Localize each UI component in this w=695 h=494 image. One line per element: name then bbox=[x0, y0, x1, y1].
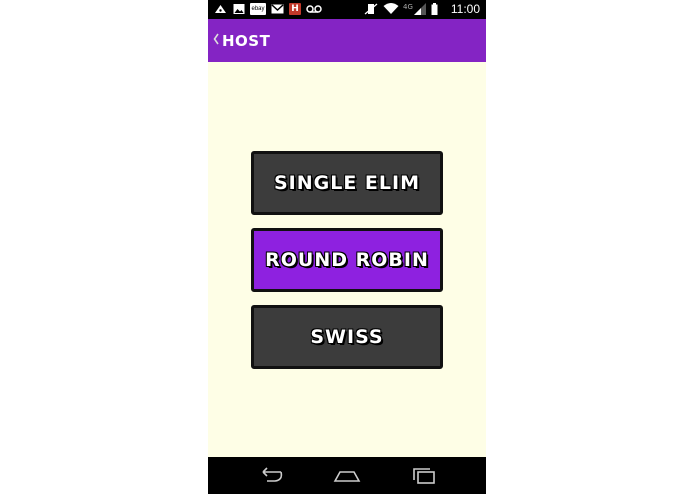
action-bar: HOST bbox=[208, 19, 486, 62]
status-time: 11:00 bbox=[450, 2, 480, 16]
page-title[interactable]: HOST bbox=[222, 32, 270, 50]
signal-icon bbox=[414, 3, 426, 15]
image-icon bbox=[233, 4, 245, 14]
swiss-label: SWISS bbox=[310, 326, 384, 348]
single-elim-button[interactable]: SINGLE ELIM bbox=[251, 151, 443, 215]
network-type: 4G bbox=[403, 3, 413, 11]
voicemail-icon bbox=[306, 5, 322, 13]
android-debug-icon bbox=[215, 5, 226, 13]
swiss-button[interactable]: SWISS bbox=[251, 305, 443, 369]
back-nav-icon[interactable] bbox=[255, 466, 285, 486]
back-chevron-icon[interactable] bbox=[212, 31, 220, 47]
recents-nav-icon[interactable] bbox=[409, 466, 439, 486]
round-robin-button[interactable]: ROUND ROBIN bbox=[251, 228, 443, 292]
battery-icon bbox=[431, 3, 438, 15]
app-h-icon: H bbox=[289, 3, 301, 15]
status-bar: ebay H 4G 11:00 bbox=[208, 0, 486, 19]
gmail-icon bbox=[271, 4, 284, 14]
home-nav-icon[interactable] bbox=[332, 466, 362, 486]
wifi-icon bbox=[383, 3, 399, 14]
phone-screen: ebay H 4G 11:00 HOST SINGLE ELIM ROUND R… bbox=[208, 0, 486, 494]
round-robin-label: ROUND ROBIN bbox=[265, 249, 429, 271]
single-elim-label: SINGLE ELIM bbox=[273, 172, 420, 194]
ebay-icon: ebay bbox=[250, 3, 266, 15]
vibrate-icon bbox=[364, 3, 378, 15]
navigation-bar bbox=[208, 457, 486, 494]
